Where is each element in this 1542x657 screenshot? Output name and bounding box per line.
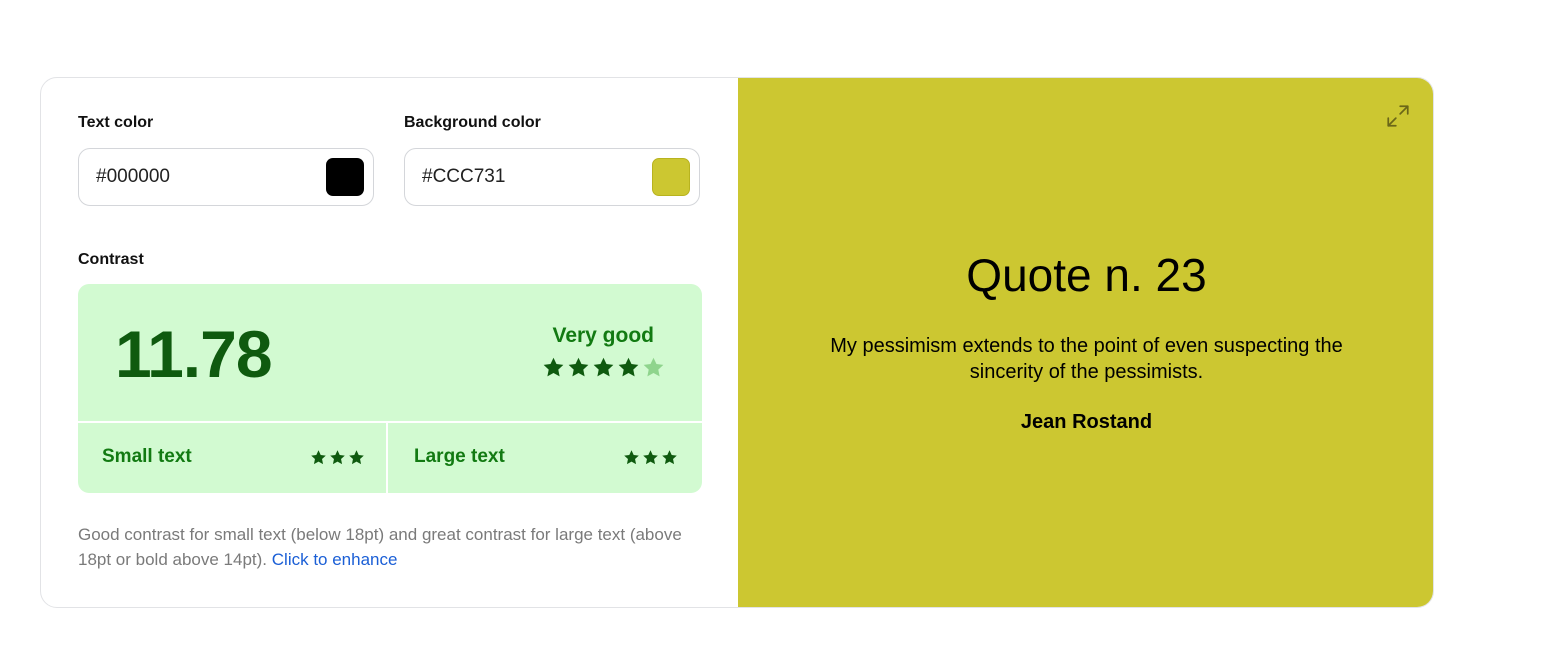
overall-star-rating xyxy=(542,356,665,379)
background-color-swatch[interactable] xyxy=(652,158,690,196)
star-empty-icon xyxy=(643,357,664,377)
quote-preview-panel: Quote n. 23 My pessimism extends to the … xyxy=(738,78,1433,607)
contrast-rating: Very good xyxy=(552,324,654,347)
large-text-star-rating xyxy=(623,449,678,466)
expand-icon[interactable] xyxy=(1385,103,1411,129)
enhance-link[interactable]: Click to enhance xyxy=(272,550,398,569)
large-text-label: Large text xyxy=(414,446,505,467)
contrast-result-panel: 11.78 Very good Small text Large text xyxy=(78,284,702,493)
divider xyxy=(386,423,388,493)
controls-panel: Text color #000000 Background color #CCC… xyxy=(41,78,738,607)
quote-text: My pessimism extends to the point of eve… xyxy=(830,335,1343,383)
divider xyxy=(78,421,702,423)
star-filled-icon xyxy=(643,450,658,465)
quote-title: Quote n. 23 xyxy=(966,249,1207,301)
text-color-label: Text color xyxy=(78,114,154,131)
text-color-value[interactable]: #000000 xyxy=(96,166,170,188)
background-color-input[interactable]: #CCC731 xyxy=(404,148,700,206)
text-color-swatch[interactable] xyxy=(326,158,364,196)
star-filled-icon xyxy=(349,450,364,465)
background-color-label: Background color xyxy=(404,114,541,131)
text-color-input[interactable]: #000000 xyxy=(78,148,374,206)
small-text-star-rating xyxy=(310,449,365,466)
contrast-description: Good contrast for small text (below 18pt… xyxy=(78,522,708,572)
star-filled-icon xyxy=(662,450,677,465)
background-color-value[interactable]: #CCC731 xyxy=(422,166,505,188)
star-filled-icon xyxy=(543,357,564,377)
star-filled-icon xyxy=(618,357,639,377)
contrast-label: Contrast xyxy=(78,251,144,268)
star-filled-icon xyxy=(311,450,326,465)
small-text-label: Small text xyxy=(102,446,192,467)
contrast-ratio: 11.78 xyxy=(115,317,273,391)
contrast-checker-card: Text color #000000 Background color #CCC… xyxy=(40,77,1434,608)
star-filled-icon xyxy=(593,357,614,377)
quote-author: Jean Rostand xyxy=(1020,411,1153,433)
star-filled-icon xyxy=(624,450,639,465)
star-filled-icon xyxy=(330,450,345,465)
star-filled-icon xyxy=(568,357,589,377)
